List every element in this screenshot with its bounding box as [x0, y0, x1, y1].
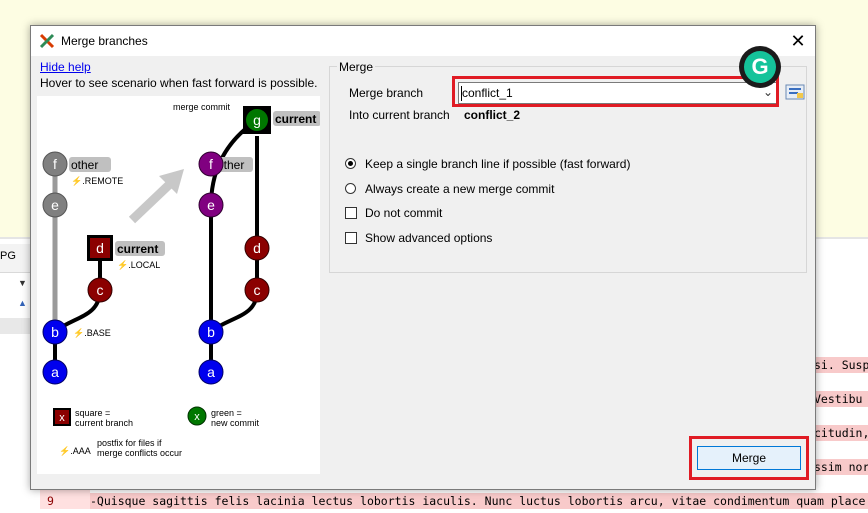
highlight-box-branch: [452, 76, 779, 107]
svg-text:a: a: [207, 364, 215, 380]
svg-text:x: x: [59, 412, 65, 424]
git-extensions-icon: [39, 33, 55, 49]
commit-g-right: g: [243, 106, 271, 134]
dialog-title: Merge branches: [61, 34, 148, 48]
commit-e-right: e: [198, 192, 224, 218]
background-tab[interactable]: PG: [0, 250, 16, 262]
hide-help-link[interactable]: Hide help: [40, 60, 91, 74]
highlight-box-merge: [689, 436, 809, 480]
title-bar: Merge branches ✕: [31, 26, 815, 56]
merge-branches-dialog: Merge branches ✕ Hide help Hover to see …: [30, 25, 816, 490]
svg-text:f: f: [53, 156, 57, 172]
commit-d-left: d: [87, 235, 113, 261]
svg-text:new commit: new commit: [211, 418, 260, 428]
commit-c-left: c: [87, 277, 113, 303]
svg-text:merge conflicts occur: merge conflicts occur: [97, 448, 182, 458]
branch-picker-icon[interactable]: [785, 83, 805, 101]
checkbox-icon[interactable]: [345, 232, 357, 244]
dropdown-arrow-icon[interactable]: ▼: [18, 278, 27, 288]
radio-selected-icon[interactable]: [345, 158, 356, 169]
commit-b-left: b: [42, 319, 68, 345]
svg-text:postfix for files if: postfix for files if: [97, 438, 162, 448]
commit-a-right: a: [198, 359, 224, 385]
commit-b-right: b: [198, 319, 224, 345]
merge-help-diagram: f other ⚡.REMOTE e d current ⚡.LOCAL c b…: [37, 96, 320, 474]
label-current-left: current: [117, 242, 158, 256]
svg-text:f: f: [209, 156, 213, 172]
svg-text:square =: square =: [75, 408, 110, 418]
svg-text:x: x: [194, 411, 200, 423]
legend-postfix-sample: ⚡.AAA: [59, 445, 91, 457]
hover-note: Hover to see scenario when fast forward …: [40, 76, 318, 90]
diff-line-9: -Quisque sagittis felis lacinia lectus l…: [90, 493, 868, 509]
commit-d-right: d: [244, 235, 270, 261]
svg-text:current branch: current branch: [75, 418, 133, 428]
merge-group-title: Merge: [337, 60, 376, 74]
diff-line-fragment: ssim nor: [814, 459, 868, 475]
label-base: ⚡.BASE: [73, 327, 111, 339]
commit-f-left: f: [42, 151, 68, 177]
label-remote: ⚡.REMOTE: [71, 175, 123, 187]
diff-line-fragment: si. Susp: [814, 357, 868, 373]
commit-e-left: e: [42, 192, 68, 218]
svg-text:b: b: [51, 324, 59, 340]
svg-text:d: d: [253, 240, 261, 256]
legend-square: x: [53, 408, 71, 426]
commit-c-right: c: [244, 277, 270, 303]
commit-f-right: f: [198, 151, 224, 177]
grammarly-icon[interactable]: G: [739, 46, 781, 88]
svg-text:green =: green =: [211, 408, 242, 418]
label-current-right: current: [275, 112, 316, 126]
svg-text:g: g: [253, 112, 261, 128]
merge-branch-label: Merge branch: [349, 86, 424, 100]
svg-text:c: c: [254, 282, 261, 298]
svg-text:a: a: [51, 364, 59, 380]
radio-icon[interactable]: [345, 183, 356, 194]
diff-line-fragment: Vestibu: [814, 391, 868, 407]
svg-text:e: e: [51, 197, 59, 213]
into-branch-value: conflict_2: [464, 108, 521, 122]
close-button[interactable]: ✕: [787, 30, 809, 52]
diff-line-fragment: citudin,: [814, 425, 868, 441]
svg-text:e: e: [207, 197, 215, 213]
legend-green: x: [187, 406, 207, 426]
line-number: 9: [40, 493, 90, 509]
commit-a-left: a: [42, 359, 68, 385]
svg-text:d: d: [96, 240, 104, 256]
svg-text:b: b: [207, 324, 215, 340]
checkbox-icon[interactable]: [345, 207, 357, 219]
svg-text:c: c: [97, 282, 104, 298]
label-other: other: [71, 158, 98, 172]
into-branch-label: Into current branch: [349, 108, 450, 122]
scroll-up-icon[interactable]: ▲: [18, 298, 27, 308]
label-local: ⚡.LOCAL: [117, 259, 160, 271]
label-merge-commit: merge commit: [173, 102, 231, 112]
